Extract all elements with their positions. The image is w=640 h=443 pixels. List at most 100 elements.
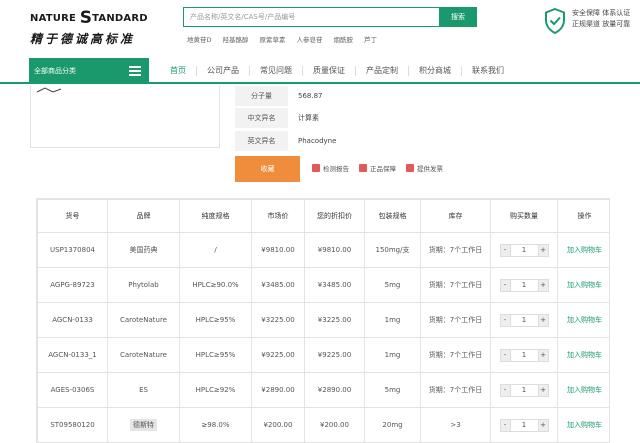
info-value: 计算素 (298, 114, 319, 122)
sku-cell: USP1370804 (37, 232, 108, 268)
nav-link[interactable]: 产品定制 (355, 66, 408, 76)
add-to-cart-link[interactable]: 加入购物车 (557, 302, 609, 338)
increment-button[interactable]: + (537, 278, 549, 292)
stock-cell: 货期：7个工作日 (420, 232, 491, 268)
brand-logo[interactable]: NATURE STANDARD 精于德诚高标准 (30, 8, 150, 48)
purity-cell: HPLC≥95% (179, 337, 252, 373)
add-to-cart-link[interactable]: 加入购物车 (557, 337, 609, 373)
site-header: NATURE STANDARD 精于德诚高标准 产品名称/英文名/CAS号/产品… (0, 0, 640, 58)
nav-link[interactable]: 常见问题 (249, 66, 302, 76)
guarantee-badge: 安全保障 体系认证 正规渠道 放量可靠 (544, 8, 634, 38)
favorite-button[interactable]: 收藏 (235, 156, 300, 182)
column-header: 您的折扣价 (304, 199, 365, 233)
quantity-cell: -1 + (490, 372, 558, 408)
quantity-input[interactable]: 1 (510, 243, 538, 257)
nav-links: 首页 公司产品 常见问题 质量保证 产品定制 积分商城 联系我们 (150, 58, 514, 84)
decrement-button[interactable]: - (499, 418, 511, 432)
stock-cell: 货期：7个工作日 (420, 337, 491, 373)
service-badge[interactable]: 正品保障 (359, 163, 396, 173)
pack-cell: 1mg (364, 337, 421, 373)
product-image (30, 86, 220, 148)
service-badges: 检测报告 正品保障 提供发票 (312, 163, 443, 173)
purity-cell: / (179, 232, 252, 268)
service-badge-label: 正品保障 (370, 165, 396, 173)
increment-button[interactable]: + (537, 383, 549, 397)
info-row: 分子量 568.87 (235, 86, 605, 106)
table-row: ST09580120 德斯特 ≥98.0% ¥200.00 ¥200.00 20mg >3-… (37, 407, 609, 443)
column-header: 纯度规格 (179, 199, 252, 233)
hot-keyword-link[interactable]: 羟基酪醇 (223, 34, 249, 44)
decrement-button[interactable]: - (499, 313, 511, 327)
search-button[interactable]: 搜索 (439, 7, 477, 27)
quantity-input[interactable]: 1 (510, 313, 538, 327)
nav-link[interactable]: 质量保证 (302, 66, 355, 76)
stock-cell: >3 (420, 407, 491, 443)
quantity-input[interactable]: 1 (510, 418, 538, 432)
service-badge[interactable]: 提供发票 (406, 163, 443, 173)
quantity-stepper: -1 + (499, 278, 549, 292)
sku-cell: AGCN-0133_1 (37, 337, 108, 373)
discount-price-cell: ¥200.00 (304, 407, 365, 443)
all-categories-button[interactable]: 全部商品分类 (29, 58, 149, 84)
stock-cell: 货期：7个工作日 (420, 372, 491, 408)
quantity-input[interactable]: 1 (510, 383, 538, 397)
stock-cell: 货期：7个工作日 (420, 302, 491, 338)
increment-button[interactable]: + (537, 348, 549, 362)
nav-link[interactable]: 联系我们 (461, 66, 514, 76)
discount-price-cell: ¥2890.00 (304, 372, 365, 408)
quantity-input[interactable]: 1 (510, 348, 538, 362)
nav-link[interactable]: 积分商城 (408, 66, 461, 76)
hamburger-menu-icon (129, 66, 141, 76)
service-badge[interactable]: 检测报告 (312, 163, 349, 173)
decrement-button[interactable]: - (499, 243, 511, 257)
molecule-structure-icon (36, 87, 62, 93)
nav-link[interactable]: 首页 (150, 66, 196, 76)
pack-cell: 1mg (364, 302, 421, 338)
search-input[interactable]: 产品名称/英文名/CAS号/产品编号 (183, 7, 440, 27)
brand-cell: 美国药典 (107, 232, 180, 268)
page-root: NATURE STANDARD 精于德诚高标准 产品名称/英文名/CAS号/产品… (0, 0, 640, 443)
brand-name: ES (139, 386, 148, 394)
hot-keyword-link[interactable]: 人参皂苷 (297, 34, 323, 44)
decrement-button[interactable]: - (499, 348, 511, 362)
decrement-button[interactable]: - (499, 278, 511, 292)
pack-cell: 150mg/支 (364, 232, 421, 268)
increment-button[interactable]: + (537, 243, 549, 257)
decrement-button[interactable]: - (499, 383, 511, 397)
nav-link[interactable]: 公司产品 (196, 66, 249, 76)
info-row: 中文异名 计算素 (235, 108, 605, 128)
column-header: 操作 (557, 199, 609, 233)
sku-cell: AGPG-89723 (37, 267, 108, 303)
hot-keyword-link[interactable]: 原紫草素 (260, 34, 286, 44)
table-row: AGCN-0133 CaroteNature HPLC≥95% ¥3225.00 ¥32… (37, 302, 609, 338)
quantity-input[interactable]: 1 (510, 278, 538, 292)
hot-keyword-link[interactable]: 芦丁 (364, 34, 377, 44)
brand-cell: CaroteNature (107, 302, 180, 338)
badge-icon (406, 164, 414, 172)
quantity-cell: -1 + (490, 232, 558, 268)
add-to-cart-link[interactable]: 加入购物车 (557, 267, 609, 303)
quantity-stepper: -1 + (499, 348, 549, 362)
increment-button[interactable]: + (537, 418, 549, 432)
column-header: 市场价 (251, 199, 305, 233)
stock-cell: 货期：7个工作日 (420, 267, 491, 303)
pack-cell: 5mg (364, 267, 421, 303)
purity-cell: HPLC≥92% (179, 372, 252, 408)
hot-keyword-link[interactable]: 烟酰胺 (334, 34, 354, 44)
search-bar: 产品名称/英文名/CAS号/产品编号 搜索 (183, 7, 478, 27)
service-badge-label: 提供发票 (417, 165, 443, 173)
hot-keyword-link[interactable]: 地黄苷D (187, 34, 212, 44)
pack-cell: 5mg (364, 372, 421, 408)
add-to-cart-link[interactable]: 加入购物车 (557, 232, 609, 268)
increment-button[interactable]: + (537, 313, 549, 327)
table-row: USP1370804 美国药典 / ¥9810.00 ¥9810.00 150mg/支 货期… (37, 232, 609, 268)
add-to-cart-link[interactable]: 加入购物车 (557, 407, 609, 443)
market-price-cell: ¥9810.00 (251, 232, 305, 268)
add-to-cart-link[interactable]: 加入购物车 (557, 372, 609, 408)
info-label: 分子量 (235, 86, 288, 106)
guarantee-text: 安全保障 体系认证 正规渠道 放量可靠 (572, 9, 631, 28)
brand-cell: 德斯特 (107, 407, 180, 443)
table-row: AGCN-0133_1 CaroteNature HPLC≥95% ¥9225.00 ¥… (37, 337, 609, 373)
discount-price-cell: ¥3225.00 (304, 302, 365, 338)
column-header: 货号 (37, 199, 108, 233)
